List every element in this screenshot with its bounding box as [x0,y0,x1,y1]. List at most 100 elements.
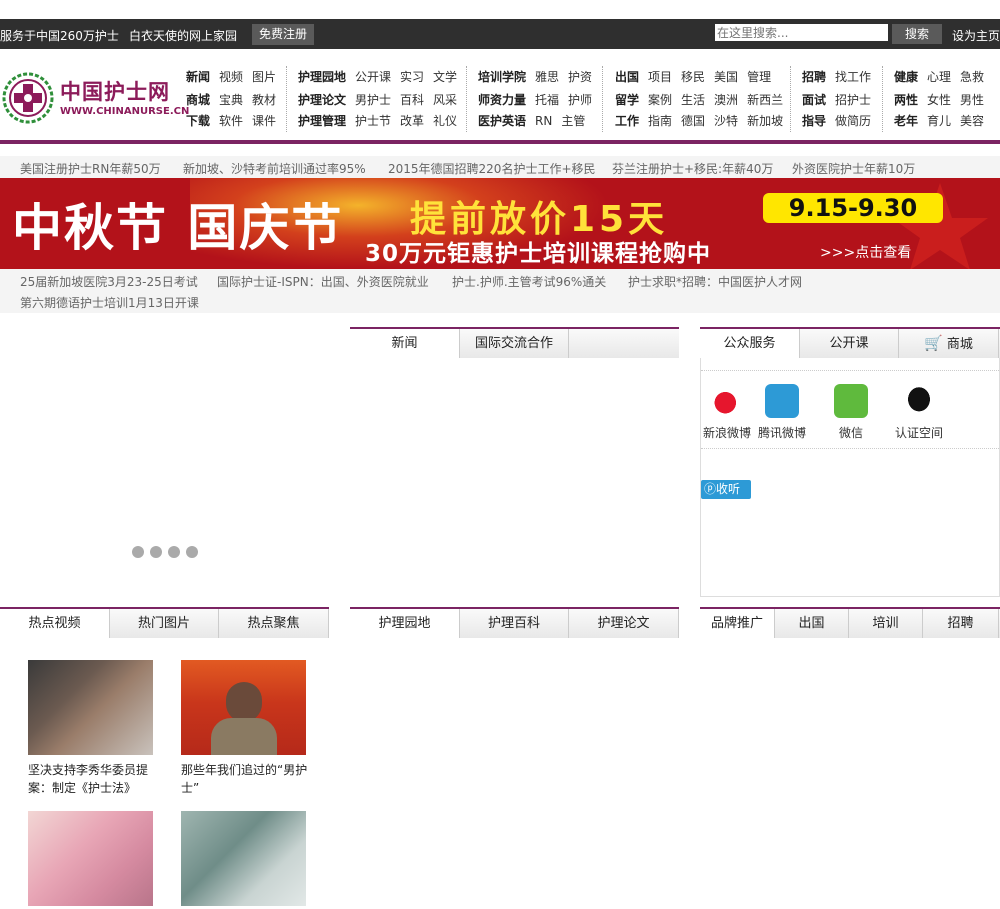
nav-link[interactable]: 护资 [568,68,592,85]
slider-dot[interactable] [168,546,180,558]
weibo-link[interactable]: 新浪微博 [697,384,757,441]
tencent-weibo-link[interactable]: 腾讯微博 [752,384,812,441]
nav-link[interactable]: 风采 [433,91,457,108]
nav-link[interactable]: 美容 [960,112,984,129]
nav-link[interactable]: 培训学院 [478,68,526,85]
nav-link[interactable]: 管理 [747,68,771,85]
site-logo[interactable]: 中国护士网 WWW.CHINANURSE.CN [0,68,189,130]
nav-link[interactable]: 主管 [561,112,585,129]
ticker-link[interactable]: 美国注册护士RN年薪50万 [20,160,161,177]
nav-link[interactable]: 护士节 [355,112,391,129]
ticker-link[interactable]: 芬兰注册护士+移民:年薪40万 [612,160,773,177]
thumbnail-image[interactable] [28,811,153,906]
tab-training[interactable]: 培训 [849,609,923,638]
nav-link[interactable]: 健康 [894,68,918,85]
ticker-link[interactable]: 护士求职*招聘：中国医护人才网 [628,273,802,290]
nav-link[interactable]: 老年 [894,112,918,129]
nav-link[interactable]: 新闻 [186,68,210,85]
nav-link[interactable]: 找工作 [835,68,871,85]
nav-link[interactable]: 招聘 [802,68,826,85]
nav-link[interactable]: 急救 [960,68,984,85]
nav-link[interactable]: 宝典 [219,91,243,108]
slider-dot[interactable] [150,546,162,558]
thumbnail-caption[interactable]: 那些年我们追过的“男护士” [181,761,311,797]
tab-shop[interactable]: 🛒 商城 [899,329,999,358]
nav-link[interactable]: 文学 [433,68,457,85]
set-homepage-link[interactable]: 设为主页 [952,27,1000,44]
thumbnail-image[interactable] [181,660,306,755]
ticker-link[interactable]: 护士.护师.主管考试96%通关 [452,273,606,290]
nav-link[interactable]: 出国 [615,68,639,85]
tab-news[interactable]: 新闻 [350,329,460,358]
nav-link[interactable]: RN [535,114,552,128]
nav-link[interactable]: 招护士 [835,91,871,108]
search-input[interactable] [715,24,888,41]
tab-nursing-garden[interactable]: 护理园地 [350,609,460,638]
tab-hot-video[interactable]: 热点视频 [0,609,110,638]
nav-link[interactable]: 医护英语 [478,112,526,129]
nav-link[interactable]: 商城 [186,91,210,108]
ticker-link[interactable]: 外资医院护士年薪10万 [792,160,915,177]
nav-link[interactable]: 护师 [568,91,592,108]
nav-link[interactable]: 澳洲 [714,91,738,108]
nav-link[interactable]: 护理论文 [298,91,346,108]
listen-button[interactable]: ⓟ收听 [701,480,751,499]
thumbnail-image[interactable] [28,660,153,755]
ticker-link[interactable]: 新加坡、沙特考前培训通过率95% [183,160,366,177]
nav-link[interactable]: 德国 [681,112,705,129]
nav-link[interactable]: 面试 [802,91,826,108]
qzone-link[interactable]: 认证空间 [889,384,949,441]
nav-link[interactable]: 实习 [400,68,424,85]
nav-link[interactable]: 案例 [648,91,672,108]
nav-link[interactable]: 课件 [252,112,276,129]
tab-hot-images[interactable]: 热门图片 [110,609,219,638]
ticker-link[interactable]: 国际护士证-ISPN：出国、外资医院就业 [217,273,429,290]
wechat-link[interactable]: 微信 [821,384,881,441]
ticker-link[interactable]: 25届新加坡医院3月23-25日考试 [20,273,198,290]
nav-link[interactable]: 男性 [960,91,984,108]
nav-link[interactable]: 软件 [219,112,243,129]
promo-banner[interactable]: 中秋节 国庆节 提前放价15天 30万元钜惠护士培训课程抢购中 9.15-9.3… [0,178,1000,269]
nav-link[interactable]: 做简历 [835,112,871,129]
nav-link[interactable]: 护理园地 [298,68,346,85]
nav-link[interactable]: 生活 [681,91,705,108]
nav-link[interactable]: 指导 [802,112,826,129]
nav-link[interactable]: 男护士 [355,91,391,108]
tab-abroad[interactable]: 出国 [775,609,849,638]
nav-link[interactable]: 护理管理 [298,112,346,129]
nav-link[interactable]: 项目 [648,68,672,85]
nav-link[interactable]: 改革 [400,112,424,129]
thumbnail-image[interactable] [181,811,306,906]
tab-jobs[interactable]: 招聘 [923,609,999,638]
tab-nursing-papers[interactable]: 护理论文 [569,609,679,638]
tab-hot-focus[interactable]: 热点聚焦 [219,609,329,638]
slider-dot[interactable] [132,546,144,558]
nav-link[interactable]: 雅思 [535,68,559,85]
nav-link[interactable]: 指南 [648,112,672,129]
nav-link[interactable]: 教材 [252,91,276,108]
nav-link[interactable]: 女性 [927,91,951,108]
tab-public-service[interactable]: 公众服务 [700,329,800,358]
slider-dot[interactable] [186,546,198,558]
nav-link[interactable]: 沙特 [714,112,738,129]
nav-link[interactable]: 移民 [681,68,705,85]
thumbnail-caption[interactable]: 坚决支持李秀华委员提案：制定《护士法》 [28,761,158,797]
ticker-link[interactable]: 第六期德语护士培训1月13日开课 [20,294,199,311]
nav-link[interactable]: 新西兰 [747,91,783,108]
nav-link[interactable]: 托福 [535,91,559,108]
nav-link[interactable]: 图片 [252,68,276,85]
nav-link[interactable]: 两性 [894,91,918,108]
nav-link[interactable]: 美国 [714,68,738,85]
tab-brand[interactable]: 品牌推广 [700,609,775,638]
tab-open-course[interactable]: 公开课 [800,329,899,358]
nav-link[interactable]: 工作 [615,112,639,129]
nav-link[interactable]: 新加坡 [747,112,783,129]
nav-link[interactable]: 礼仪 [433,112,457,129]
tab-nursing-encyclopedia[interactable]: 护理百科 [460,609,569,638]
nav-link[interactable]: 视频 [219,68,243,85]
nav-link[interactable]: 百科 [400,91,424,108]
nav-link[interactable]: 师资力量 [478,91,526,108]
search-button[interactable]: 搜索 [892,24,942,44]
nav-link[interactable]: 育儿 [927,112,951,129]
banner-view-link[interactable]: >>>点击查看 [820,242,911,262]
